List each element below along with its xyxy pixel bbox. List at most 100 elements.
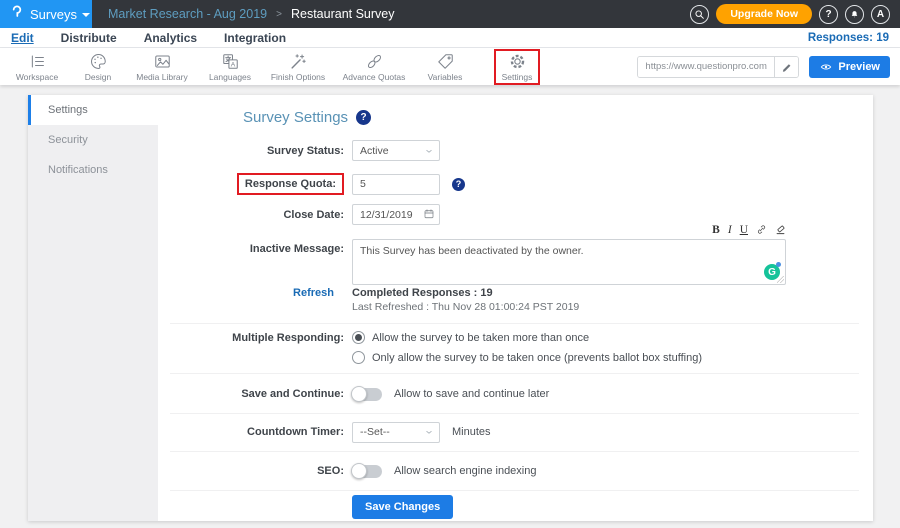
survey-url-input[interactable] <box>638 57 774 77</box>
breadcrumb-parent[interactable]: Market Research - Aug 2019 <box>108 7 267 21</box>
textarea-resize-handle[interactable] <box>777 276 784 283</box>
underline-button[interactable]: U <box>740 225 748 237</box>
title-help-icon[interactable]: ? <box>356 110 371 125</box>
seo-toggle[interactable] <box>352 465 382 478</box>
seo-text: Allow search engine indexing <box>394 465 536 477</box>
calendar-icon[interactable] <box>423 208 435 220</box>
content-area: Settings Security Notifications Survey S… <box>0 85 900 528</box>
surveys-menu[interactable]: Surveys <box>0 0 92 28</box>
clear-formatting-button[interactable] <box>775 222 786 240</box>
bold-button[interactable]: B <box>712 225 720 237</box>
palette-icon <box>89 52 108 71</box>
survey-url-group <box>637 56 799 78</box>
toolbar-item-languages[interactable]: A Languages <box>198 52 262 82</box>
countdown-timer-label: Countdown Timer: <box>158 426 352 438</box>
toolbar-item-media-library[interactable]: Media Library <box>126 52 198 82</box>
toolbar-item-workspace[interactable]: Workspace <box>4 52 70 82</box>
inactive-message-editor: B I U This Survey has been deactivated b… <box>352 225 786 285</box>
toolbar-item-design[interactable]: Design <box>70 52 126 82</box>
svg-text:A: A <box>230 61 235 68</box>
countdown-timer-select[interactable]: --Set-- <box>352 422 440 443</box>
tab-distribute[interactable]: Distribute <box>61 31 117 45</box>
tab-integration[interactable]: Integration <box>224 31 286 45</box>
breadcrumb: Market Research - Aug 2019 > Restaurant … <box>108 7 395 21</box>
response-quota-label: Response Quota: <box>245 178 336 190</box>
survey-status-select[interactable]: Active <box>352 140 440 161</box>
upgrade-now-button[interactable]: Upgrade Now <box>716 4 812 24</box>
seo-label: SEO: <box>158 465 352 477</box>
sidebar-item-security[interactable]: Security <box>28 125 158 155</box>
preview-button[interactable]: Preview <box>809 56 890 78</box>
save-and-continue-label: Save and Continue: <box>158 388 352 400</box>
sidebar-item-settings[interactable]: Settings <box>28 95 158 125</box>
avatar[interactable]: A <box>871 5 890 24</box>
annotation-box-response-quota: Response Quota: <box>237 173 344 195</box>
edit-toolbar: Workspace Design Media Library A Languag… <box>0 48 900 85</box>
sidebar-item-notifications[interactable]: Notifications <box>28 155 158 185</box>
grammarly-status-dot <box>776 262 781 267</box>
row-divider <box>170 490 859 491</box>
questionpro-logo-icon <box>9 4 25 25</box>
editor-toolbar: B I U <box>352 225 786 237</box>
last-refreshed: Last Refreshed : Thu Nov 28 01:00:24 PST… <box>352 301 579 313</box>
tab-edit[interactable]: Edit <box>11 31 34 45</box>
settings-card: Settings Security Notifications Survey S… <box>28 95 873 521</box>
toolbar-item-settings[interactable]: Settings <box>500 52 534 82</box>
radio-option-once-only[interactable]: Only allow the survey to be taken once (… <box>352 351 702 364</box>
settings-main: Survey Settings ? Survey Status: Active … <box>158 95 873 521</box>
translate-icon: A <box>221 52 240 71</box>
multiple-responding-options: Allow the survey to be taken more than o… <box>352 331 702 364</box>
multiple-responding-label: Multiple Responding: <box>158 331 352 344</box>
completed-responses: Completed Responses : 19 <box>352 287 579 299</box>
response-quota-input[interactable] <box>352 174 440 195</box>
top-bar-actions: Upgrade Now ? A <box>690 4 900 24</box>
inactive-message-textarea[interactable]: This Survey has been deactivated by the … <box>353 240 785 284</box>
toolbar-item-variables[interactable]: Variables <box>414 52 476 82</box>
save-changes-button[interactable]: Save Changes <box>352 495 453 519</box>
bell-icon <box>849 9 860 20</box>
annotation-box-settings: Settings <box>494 49 540 85</box>
radio-checked-icon[interactable] <box>352 331 365 344</box>
gear-icon <box>508 52 527 71</box>
toggle-knob <box>351 386 367 402</box>
response-stats: Completed Responses : 19 Last Refreshed … <box>352 287 579 313</box>
magic-wand-icon <box>289 52 308 71</box>
image-icon <box>153 52 172 71</box>
link-button[interactable] <box>756 222 767 240</box>
tab-analytics[interactable]: Analytics <box>144 31 197 45</box>
quota-help-icon[interactable]: ? <box>452 178 465 191</box>
save-and-continue-text: Allow to save and continue later <box>394 388 549 400</box>
countdown-timer-suffix: Minutes <box>452 426 491 438</box>
row-divider <box>170 451 859 452</box>
inactive-message-field: This Survey has been deactivated by the … <box>352 239 786 285</box>
edit-url-button[interactable] <box>774 57 798 77</box>
radio-unchecked-icon[interactable] <box>352 351 365 364</box>
pencil-icon <box>781 61 793 73</box>
top-bar: Surveys Market Research - Aug 2019 > Res… <box>0 0 900 28</box>
breadcrumb-current: Restaurant Survey <box>291 7 395 21</box>
main-nav: Edit Distribute Analytics Integration Re… <box>0 28 900 48</box>
italic-button[interactable]: I <box>728 225 732 237</box>
breadcrumb-separator: > <box>276 9 282 20</box>
help-button[interactable]: ? <box>819 5 838 24</box>
settings-sidebar: Settings Security Notifications <box>28 95 158 521</box>
toolbar-right: Preview <box>637 56 896 78</box>
row-divider <box>170 323 859 324</box>
save-and-continue-toggle[interactable] <box>352 388 382 401</box>
radio-option-multiple-allowed[interactable]: Allow the survey to be taken more than o… <box>352 331 702 344</box>
close-date-label: Close Date: <box>158 209 352 221</box>
notifications-button[interactable] <box>845 5 864 24</box>
toolbar-item-advance-quotas[interactable]: Advance Quotas <box>334 52 414 82</box>
caret-down-icon <box>82 13 90 17</box>
toolbar-item-finish-options[interactable]: Finish Options <box>262 52 334 82</box>
row-divider <box>170 413 859 414</box>
search-button[interactable] <box>690 5 709 24</box>
toggle-knob <box>351 463 367 479</box>
chain-links-icon <box>365 52 384 71</box>
chevron-down-icon <box>424 427 434 437</box>
workspace-icon <box>28 52 47 71</box>
eye-icon <box>819 62 833 72</box>
app-screen: Surveys Market Research - Aug 2019 > Res… <box>0 0 900 528</box>
refresh-link[interactable]: Refresh <box>293 287 334 299</box>
tag-icon <box>436 52 455 71</box>
